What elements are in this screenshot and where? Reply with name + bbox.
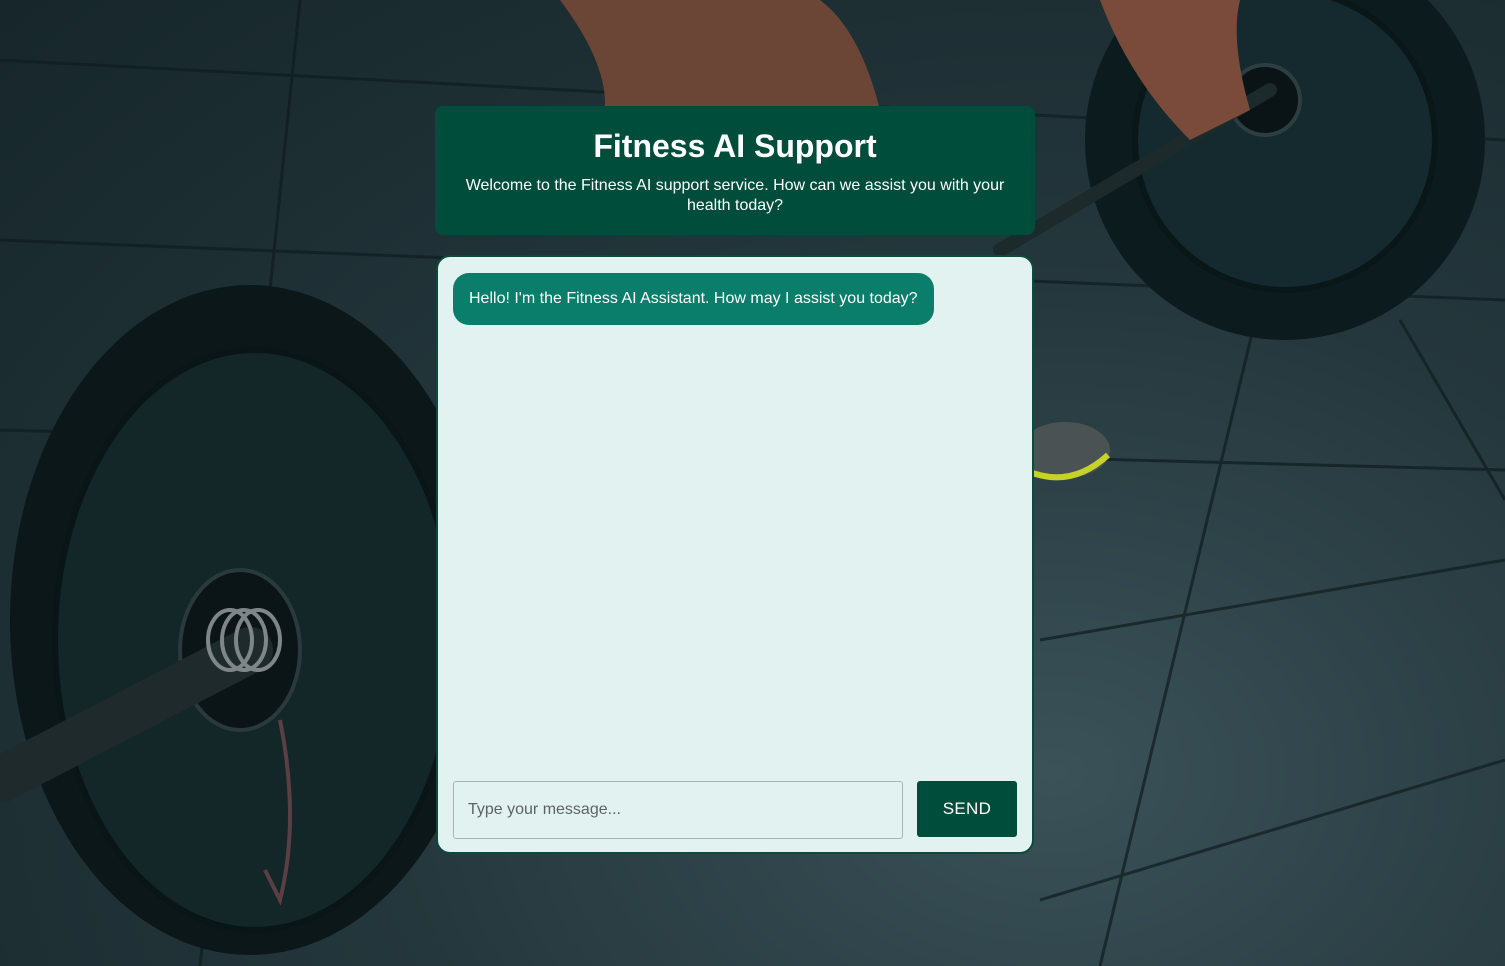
send-button[interactable]: SEND <box>917 781 1017 837</box>
page-subtitle: Welcome to the Fitness AI support servic… <box>465 177 1005 214</box>
chat-panel: Hello! I'm the Fitness AI Assistant. How… <box>436 255 1034 854</box>
message-list: Hello! I'm the Fitness AI Assistant. How… <box>453 273 1017 762</box>
message-input[interactable] <box>453 781 903 839</box>
header-card: Fitness AI Support Welcome to the Fitnes… <box>435 106 1035 235</box>
page-title: Fitness AI Support <box>593 128 877 164</box>
message-composer: SEND <box>453 781 1019 839</box>
assistant-message-bubble: Hello! I'm the Fitness AI Assistant. How… <box>453 273 934 325</box>
